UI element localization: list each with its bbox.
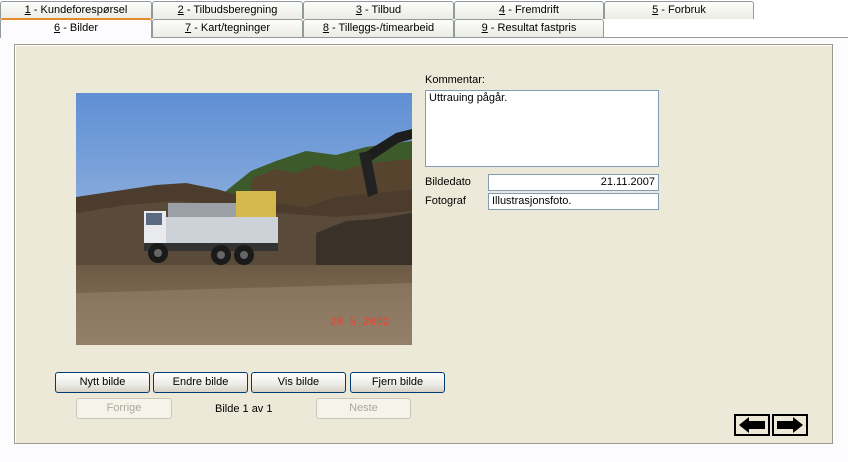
photographer-field[interactable]: Illustrasjonsfoto. xyxy=(488,193,659,210)
edit-image-button[interactable]: Endre bilde xyxy=(153,372,248,393)
tab-tilleggs-timearbeid[interactable]: 8 - Tilleggs-/timearbeid xyxy=(303,19,454,37)
content-area: 28 5 2002 Kommentar: Uttrauing pågår. Bi… xyxy=(14,44,833,444)
image-counter: Bilde 1 av 1 xyxy=(215,403,273,415)
remove-image-button[interactable]: Fjern bilde xyxy=(350,372,445,393)
forward-button[interactable] xyxy=(772,414,808,436)
previous-button[interactable]: Forrige xyxy=(76,398,172,419)
comment-label: Kommentar: xyxy=(425,74,485,86)
date-label: Bildedato xyxy=(425,176,471,188)
tab-bilder[interactable]: 6 - Bilder xyxy=(0,18,152,38)
arrow-left-icon xyxy=(739,417,765,433)
tab-fremdrift[interactable]: 4 - Fremdrift xyxy=(454,1,604,19)
date-field[interactable]: 21.11.2007 xyxy=(488,174,659,191)
tab-tilbud[interactable]: 3 - Tilbud xyxy=(303,1,454,19)
tab-kundeforesporsel[interactable]: 1 - Kundeforespørsel xyxy=(0,1,152,19)
tab-tilbudsberegning[interactable]: 2 - Tilbudsberegning xyxy=(152,1,303,19)
comment-field[interactable]: Uttrauing pågår. xyxy=(425,90,659,167)
tab-forbruk[interactable]: 5 - Forbruk xyxy=(604,1,754,19)
new-image-button[interactable]: Nytt bilde xyxy=(55,372,150,393)
arrow-right-icon xyxy=(777,417,803,433)
next-button[interactable]: Neste xyxy=(316,398,411,419)
photo-image: 28 5 2002 xyxy=(76,93,412,345)
tab-kart-tegninger[interactable]: 7 - Kart/tegninger xyxy=(152,19,303,37)
show-image-button[interactable]: Vis bilde xyxy=(251,372,346,393)
back-button[interactable] xyxy=(734,414,770,436)
photographer-label: Fotograf xyxy=(425,195,466,207)
tab-panel: 28 5 2002 Kommentar: Uttrauing pågår. Bi… xyxy=(0,37,848,462)
tab-resultat-fastpris[interactable]: 9 - Resultat fastpris xyxy=(454,19,604,37)
photo-date-stamp: 28 5 2002 xyxy=(330,317,389,329)
